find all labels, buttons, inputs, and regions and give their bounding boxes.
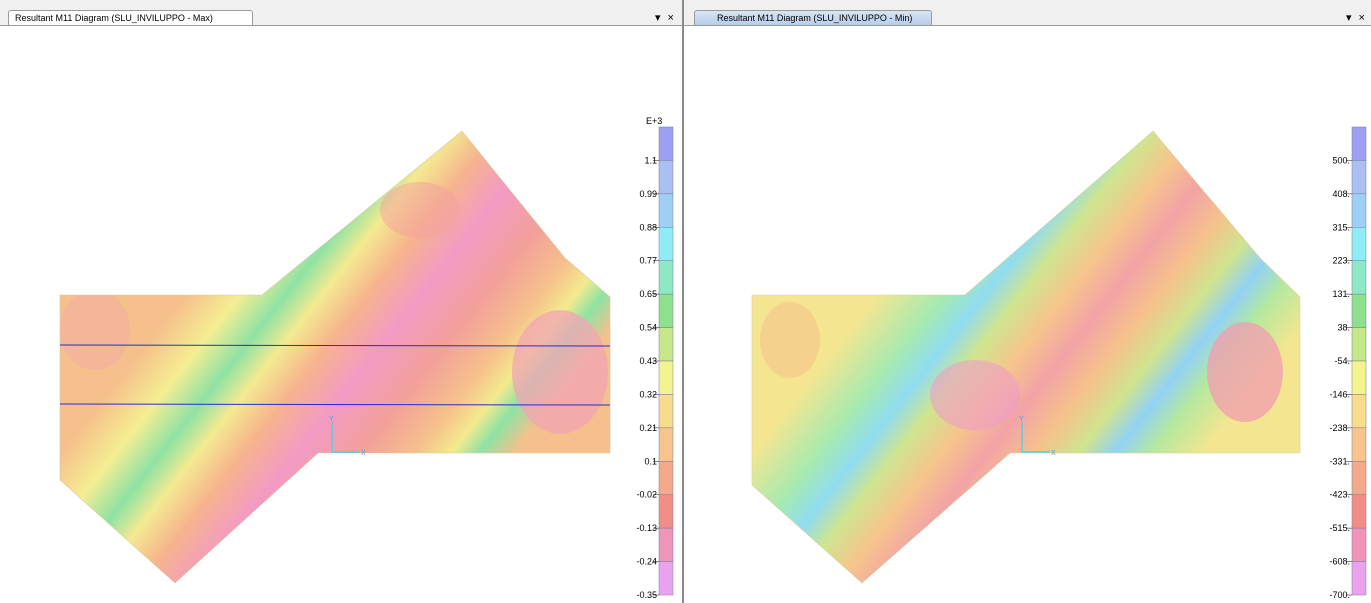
right-tab-menu-close-controls[interactable]: ▾ ×: [1346, 11, 1367, 24]
right-color-legend: 500. 408. 315. 223. 131. 38. -54. -146. -238. -33…: [1329, 126, 1367, 600]
right-axis-x-label: X: [1051, 450, 1056, 457]
right-legend-swatch: [1351, 394, 1367, 429]
right-legend-label: -331.: [1329, 456, 1350, 466]
left-legend-label: 0.77: [639, 256, 657, 266]
right-legend-label: -238.: [1329, 423, 1350, 433]
right-legend-label: 38.: [1337, 323, 1350, 333]
right-tab-m11-min[interactable]: Resultant M11 Diagram (SLU_INVILUPPO - M…: [694, 10, 932, 25]
left-color-legend: E+3 1.1 0.99 0.88 0.77 0.65 0.54 0.43 0.32 0.21 0…: [636, 116, 674, 600]
left-legend-swatch: [658, 160, 674, 195]
right-legend-swatch: [1351, 527, 1367, 562]
left-tab-m11-max[interactable]: Resultant M11 Diagram (SLU_INVILUPPO - M…: [8, 10, 253, 25]
right-contour-field: [752, 131, 1300, 583]
right-legend-label: 408.: [1332, 189, 1350, 199]
right-legend-swatch: [1351, 561, 1367, 596]
right-legend-label: -54.: [1334, 356, 1350, 366]
left-legend-label: 0.32: [639, 389, 657, 399]
left-legend-swatch: [658, 394, 674, 429]
right-legend-swatch: [1351, 160, 1367, 195]
right-legend-label: -515.: [1329, 523, 1350, 533]
right-legend-swatch: [1351, 126, 1367, 161]
right-contour-plot[interactable]: Y X 500. 408. 315. 223. 131. 38. -54. -146. -238…: [684, 26, 1371, 603]
left-legend-label: -0.35: [636, 590, 657, 600]
left-legend-swatch: [658, 227, 674, 261]
left-legend-label: 0.1: [644, 456, 657, 466]
left-legend-label: -0.24: [636, 557, 657, 567]
left-legend-label: 0.99: [639, 189, 657, 199]
right-legend-label: -146.: [1329, 389, 1350, 399]
left-legend-swatch: [658, 494, 674, 529]
right-legend-label: 223.: [1332, 256, 1350, 266]
left-legend-swatch: [658, 360, 674, 395]
right-legend-swatch: [1351, 427, 1367, 462]
left-legend-swatch: [658, 193, 674, 228]
left-legend-label: 1.1: [644, 155, 657, 165]
right-legend-label: -608.: [1329, 557, 1350, 567]
right-legend-swatch: [1351, 461, 1367, 495]
left-legend-swatch: [658, 260, 674, 295]
right-legend-swatch: [1351, 327, 1367, 362]
right-legend-swatch: [1351, 260, 1367, 295]
right-legend-label: 131.: [1332, 289, 1350, 299]
left-axis-x-label: X: [361, 450, 366, 457]
left-legend-label: 0.43: [639, 356, 657, 366]
right-legend-swatch: [1351, 227, 1367, 261]
left-tab-strip: Resultant M11 Diagram (SLU_INVILUPPO - M…: [0, 0, 682, 26]
left-legend-label: 0.54: [639, 323, 657, 333]
left-legend-swatch: [658, 293, 674, 328]
left-legend-label: 0.21: [639, 423, 657, 433]
right-legend-swatch: [1351, 293, 1367, 328]
left-tab-menu-close-controls[interactable]: ▾ ×: [655, 11, 676, 24]
left-legend-swatch: [658, 461, 674, 495]
left-legend-exponent: E+3: [646, 116, 662, 126]
left-legend-swatch: [658, 327, 674, 362]
left-legend-label: 0.88: [639, 222, 657, 232]
left-legend-swatch: [658, 126, 674, 161]
right-tab-strip: Resultant M11 Diagram (SLU_INVILUPPO - M…: [684, 0, 1371, 26]
left-axis-y-label: Y: [329, 416, 334, 423]
left-contour-plot[interactable]: Y X E+3 1.1 0.99 0.88 0.77 0.65 0.54 0.43 0.32 0…: [0, 26, 682, 603]
left-legend-label: -0.02: [636, 490, 657, 500]
right-axis-y-label: Y: [1019, 416, 1024, 423]
right-legend-label: -423.: [1329, 490, 1350, 500]
left-legend-swatch: [658, 561, 674, 596]
left-legend-swatch: [658, 427, 674, 462]
left-legend-label: 0.65: [639, 289, 657, 299]
right-legend-swatch: [1351, 193, 1367, 228]
right-legend-label: 500.: [1332, 155, 1350, 165]
left-legend-label: -0.13: [636, 523, 657, 533]
right-legend-label: 315.: [1332, 222, 1350, 232]
left-contour-field: [60, 131, 610, 583]
right-legend-label: -700.: [1329, 590, 1350, 600]
left-legend-swatch: [658, 527, 674, 562]
right-legend-swatch: [1351, 360, 1367, 395]
right-diagram-pane: Resultant M11 Diagram (SLU_INVILUPPO - M…: [684, 0, 1371, 603]
right-legend-swatch: [1351, 494, 1367, 529]
left-diagram-pane: Resultant M11 Diagram (SLU_INVILUPPO - M…: [0, 0, 682, 603]
